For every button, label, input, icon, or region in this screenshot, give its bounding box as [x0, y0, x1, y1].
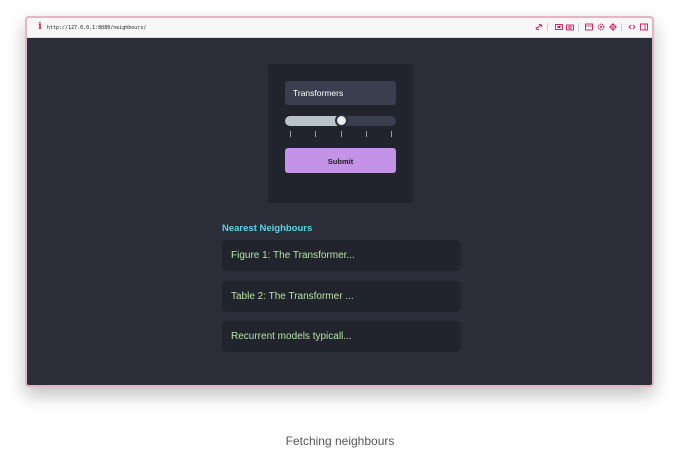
slider-tick — [290, 131, 291, 137]
toolbar-separator — [621, 23, 622, 31]
slider-thumb[interactable] — [334, 114, 348, 127]
info-icon[interactable]: i — [35, 21, 45, 33]
crosshair-icon[interactable] — [609, 23, 617, 31]
window-icon[interactable] — [585, 23, 593, 31]
slider-tick — [315, 131, 317, 137]
toolbar-separator — [578, 23, 579, 31]
toolbar-separator — [547, 23, 548, 31]
browser-window: i http://127.0.0.1:8080/neighbours/ Tran… — [25, 16, 654, 387]
sidebar-icon[interactable] — [640, 23, 648, 31]
code-icon[interactable] — [628, 23, 636, 31]
result-item[interactable]: Table 2: The Transformer ... — [222, 281, 461, 312]
slider-fill — [285, 116, 341, 126]
result-item[interactable]: Recurrent models typicall... — [222, 321, 461, 352]
search-card: Submit — [268, 64, 413, 203]
result-item[interactable]: Figure 1: The Transformer... — [222, 240, 461, 271]
address-bar[interactable]: i http://127.0.0.1:8080/neighbours/ — [27, 18, 652, 38]
slider-tick — [340, 131, 342, 137]
gear-icon[interactable] — [597, 23, 605, 31]
neighbours-slider[interactable] — [285, 114, 396, 127]
caption: Fetching neighbours — [285, 434, 395, 448]
screenshot-icon[interactable] — [555, 23, 563, 31]
camera-icon[interactable] — [566, 23, 574, 31]
slider-tick — [365, 131, 367, 137]
link-icon[interactable] — [535, 23, 543, 31]
query-input[interactable] — [285, 81, 396, 105]
slider-tick — [391, 131, 392, 137]
submit-button[interactable]: Submit — [285, 148, 396, 173]
url-text[interactable]: http://127.0.0.1:8080/neighbours/ — [47, 22, 146, 34]
results-title: Nearest Neighbours — [222, 223, 313, 234]
